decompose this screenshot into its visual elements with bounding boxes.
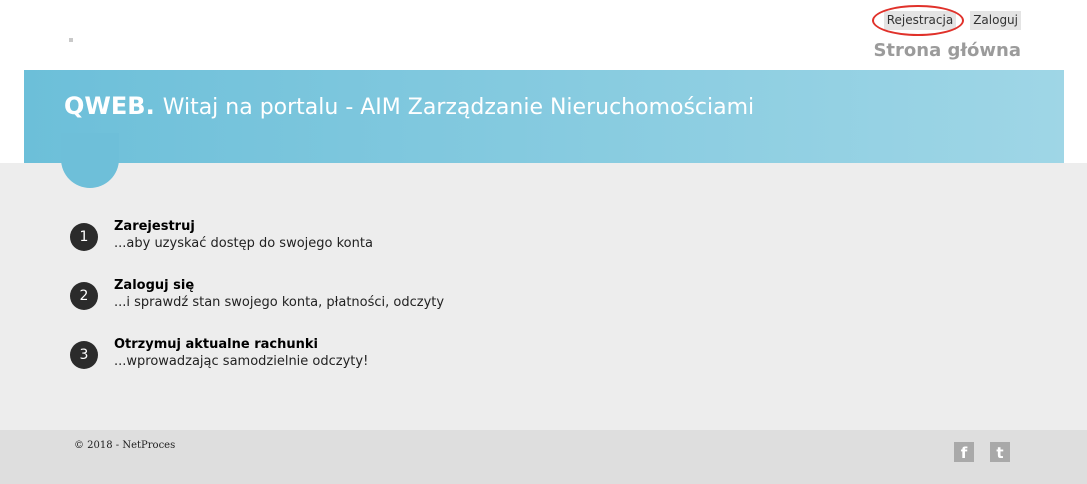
logo-mark [69,38,73,42]
highlight-annotation [872,5,964,36]
steps-list: 1 Zarejestruj ...aby uzyskać dostęp do s… [70,219,444,396]
step-item: 3 Otrzymuj aktualne rachunki ...wprowadz… [70,337,444,396]
main-content: 1 Zarejestruj ...aby uzyskać dostęp do s… [0,133,1087,430]
copyright-text: © 2018 - NetProces [74,440,176,451]
twitter-icon[interactable]: t [990,442,1010,462]
welcome-text: Witaj na portalu - AIM Zarządzanie Nieru… [162,95,755,120]
step-title: Otrzymuj aktualne rachunki [114,337,318,352]
step-number-badge: 1 [70,223,98,251]
step-description: ...i sprawdź stan swojego konta, płatnoś… [114,295,445,310]
step-title: Zaloguj się [114,278,195,293]
hero-banner: QWEB. Witaj na portalu - AIM Zarządzanie … [24,70,1064,163]
facebook-icon[interactable]: f [954,442,974,462]
footer: © 2018 - NetProces f t [0,430,1087,484]
brand-name: QWEB. [64,92,155,120]
hero-tab-decoration [61,133,119,188]
step-item: 1 Zarejestruj ...aby uzyskać dostęp do s… [70,219,444,278]
hero-title: QWEB. Witaj na portalu - AIM Zarządzanie … [64,92,754,120]
step-description: ...aby uzyskać dostęp do swojego konta [114,236,373,251]
login-link[interactable]: Zaloguj [970,11,1021,30]
step-description: ...wprowadzając samodzielnie odczyty! [114,354,369,369]
step-item: 2 Zaloguj się ...i sprawdź stan swojego … [70,278,444,337]
step-number-badge: 2 [70,282,98,310]
page-title: Strona główna [873,40,1021,61]
step-number-badge: 3 [70,341,98,369]
step-title: Zarejestruj [114,219,195,234]
